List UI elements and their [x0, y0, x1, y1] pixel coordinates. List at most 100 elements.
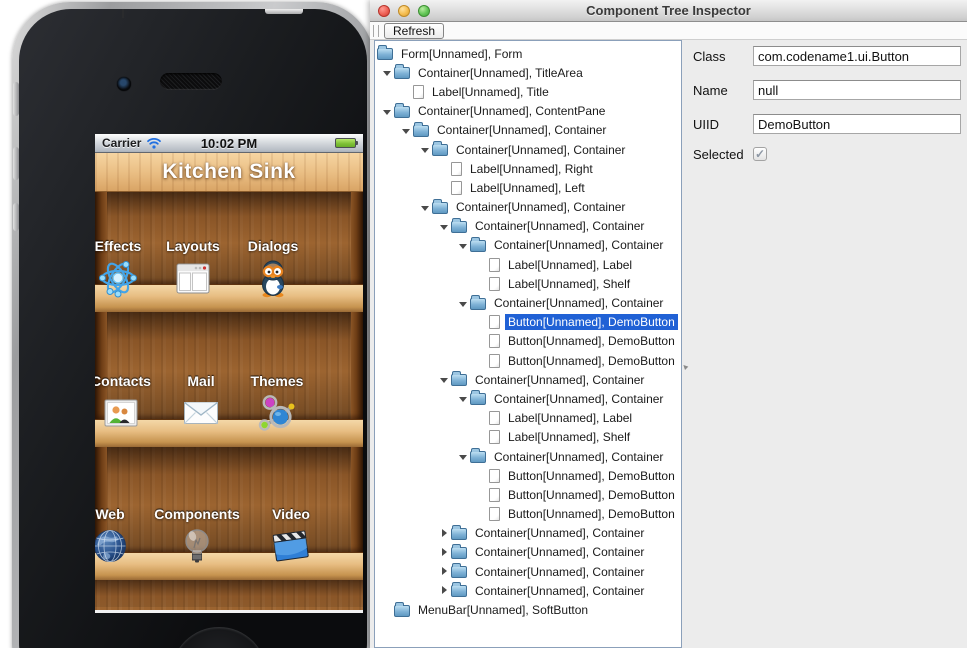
- tree-row[interactable]: Label[Unnamed], Shelf: [375, 274, 681, 293]
- tree-row[interactable]: Label[Unnamed], Shelf: [375, 428, 681, 447]
- collapse-arrow-icon[interactable]: [419, 201, 432, 214]
- window-title-bar[interactable]: Component Tree Inspector: [370, 0, 967, 22]
- themes-icon: [257, 393, 297, 433]
- tree-row[interactable]: MenuBar[Unnamed], SoftButton: [375, 600, 681, 619]
- tree-row[interactable]: Label[Unnamed], Label: [375, 255, 681, 274]
- tree-row-label: Label[Unnamed], Shelf: [505, 429, 633, 445]
- tree-row[interactable]: Container[Unnamed], Container: [375, 543, 681, 562]
- tree-row-label: Button[Unnamed], DemoButton: [505, 353, 678, 369]
- power-button[interactable]: [265, 9, 303, 14]
- tree-row[interactable]: Container[Unnamed], Container: [375, 581, 681, 600]
- collapse-arrow-icon[interactable]: [457, 450, 470, 463]
- folder-icon: [394, 106, 410, 118]
- tree-row[interactable]: Container[Unnamed], Container: [375, 198, 681, 217]
- name-field[interactable]: [753, 80, 961, 100]
- shelf-bottom-wall: [95, 580, 363, 607]
- property-row-class: Class: [693, 46, 961, 66]
- collapse-arrow-icon[interactable]: [438, 220, 451, 233]
- tree-row-label: Button[Unnamed], DemoButton: [505, 333, 678, 349]
- tree-row[interactable]: Container[Unnamed], Container: [375, 562, 681, 581]
- refresh-button[interactable]: Refresh: [384, 23, 444, 39]
- tree-arrow-slot: [476, 469, 489, 482]
- folder-icon: [413, 125, 429, 137]
- collapse-arrow-icon[interactable]: [457, 297, 470, 310]
- tree-row[interactable]: Container[Unnamed], Container: [375, 389, 681, 408]
- window-icon: [173, 258, 213, 298]
- tree-row[interactable]: Button[Unnamed], DemoButton: [375, 485, 681, 504]
- toolbar: Refresh: [370, 22, 967, 40]
- app-item-video[interactable]: Video: [243, 506, 339, 566]
- file-icon: [413, 85, 424, 99]
- collapse-arrow-icon[interactable]: [419, 143, 432, 156]
- tree-row[interactable]: Button[Unnamed], DemoButton: [375, 466, 681, 485]
- tree-row[interactable]: Form[Unnamed], Form: [375, 44, 681, 63]
- toolbar-drag-grip[interactable]: [373, 25, 379, 37]
- app-title: Kitchen Sink: [162, 160, 295, 184]
- tree-row[interactable]: Label[Unnamed], Left: [375, 178, 681, 197]
- expand-arrow-icon[interactable]: [438, 527, 451, 540]
- tree-row-label: Container[Unnamed], Container: [453, 199, 628, 215]
- tree-row[interactable]: Label[Unnamed], Label: [375, 409, 681, 428]
- collapse-arrow-icon[interactable]: [381, 105, 394, 118]
- collapse-arrow-icon[interactable]: [438, 373, 451, 386]
- file-icon: [451, 162, 462, 176]
- tree-row[interactable]: Container[Unnamed], Container: [375, 447, 681, 466]
- file-icon: [489, 334, 500, 348]
- contacts-icon: [101, 393, 141, 433]
- uiid-field[interactable]: [753, 114, 961, 134]
- minimize-button[interactable]: [398, 5, 410, 17]
- app-item-themes[interactable]: Themes: [229, 373, 325, 433]
- tree-row[interactable]: Container[Unnamed], Container: [375, 140, 681, 159]
- tree-arrow-slot: [476, 488, 489, 501]
- shelf-right-pillar: [351, 192, 363, 580]
- expand-arrow-icon[interactable]: [438, 584, 451, 597]
- file-icon: [489, 430, 500, 444]
- close-button[interactable]: [378, 5, 390, 17]
- collapse-arrow-icon[interactable]: [381, 66, 394, 79]
- file-icon: [489, 488, 500, 502]
- file-icon: [451, 181, 462, 195]
- tree-row-label: Button[Unnamed], DemoButton: [505, 487, 678, 503]
- tree-row-label: Label[Unnamed], Label: [505, 257, 635, 273]
- shelf-section: Web Components Video: [95, 447, 363, 580]
- expand-arrow-icon[interactable]: [438, 565, 451, 578]
- component-tree[interactable]: Form[Unnamed], FormContainer[Unnamed], T…: [374, 40, 682, 648]
- tree-row[interactable]: Container[Unnamed], ContentPane: [375, 102, 681, 121]
- home-button[interactable]: [171, 627, 267, 648]
- tree-row[interactable]: Container[Unnamed], Container: [375, 121, 681, 140]
- zoom-button[interactable]: [418, 5, 430, 17]
- class-field[interactable]: [753, 46, 961, 66]
- tree-row-label: Label[Unnamed], Label: [505, 410, 635, 426]
- tree-row[interactable]: Button[Unnamed], DemoButton: [375, 505, 681, 524]
- app-item-label: Dialogs: [225, 238, 321, 254]
- tree-row[interactable]: Container[Unnamed], TitleArea: [375, 63, 681, 82]
- tree-row[interactable]: Container[Unnamed], Container: [375, 217, 681, 236]
- tree-row[interactable]: Container[Unnamed], Container: [375, 236, 681, 255]
- tree-arrow-slot: [476, 508, 489, 521]
- tree-row[interactable]: Container[Unnamed], Container: [375, 293, 681, 312]
- tree-row[interactable]: Button[Unnamed], DemoButton: [375, 332, 681, 351]
- folder-icon: [394, 67, 410, 79]
- tree-row[interactable]: Label[Unnamed], Title: [375, 82, 681, 101]
- expand-arrow-icon[interactable]: [438, 546, 451, 559]
- tree-arrow-slot: [476, 258, 489, 271]
- tree-row-label: Container[Unnamed], Container: [491, 295, 666, 311]
- file-icon: [489, 258, 500, 272]
- selected-checkbox[interactable]: ✓: [753, 147, 767, 161]
- tree-row[interactable]: Container[Unnamed], Container: [375, 524, 681, 543]
- app-item-dialogs[interactable]: Dialogs: [225, 238, 321, 298]
- folder-icon: [470, 451, 486, 463]
- tree-row[interactable]: Container[Unnamed], Container: [375, 370, 681, 389]
- phone-body: Carrier 10:02 PM Kitchen Sink: [19, 9, 367, 648]
- app-item-components[interactable]: Components: [149, 506, 245, 566]
- tree-row[interactable]: Label[Unnamed], Right: [375, 159, 681, 178]
- collapse-arrow-icon[interactable]: [457, 392, 470, 405]
- tree-row[interactable]: Button[Unnamed], DemoButton: [375, 313, 681, 332]
- app-title-bar: Kitchen Sink: [95, 153, 363, 192]
- collapse-arrow-icon[interactable]: [457, 239, 470, 252]
- tree-row-label: Container[Unnamed], Container: [472, 544, 647, 560]
- collapse-arrow-icon[interactable]: [400, 124, 413, 137]
- tree-row-label: Label[Unnamed], Title: [429, 84, 552, 100]
- tree-row[interactable]: Button[Unnamed], DemoButton: [375, 351, 681, 370]
- bulb-icon: [177, 526, 217, 566]
